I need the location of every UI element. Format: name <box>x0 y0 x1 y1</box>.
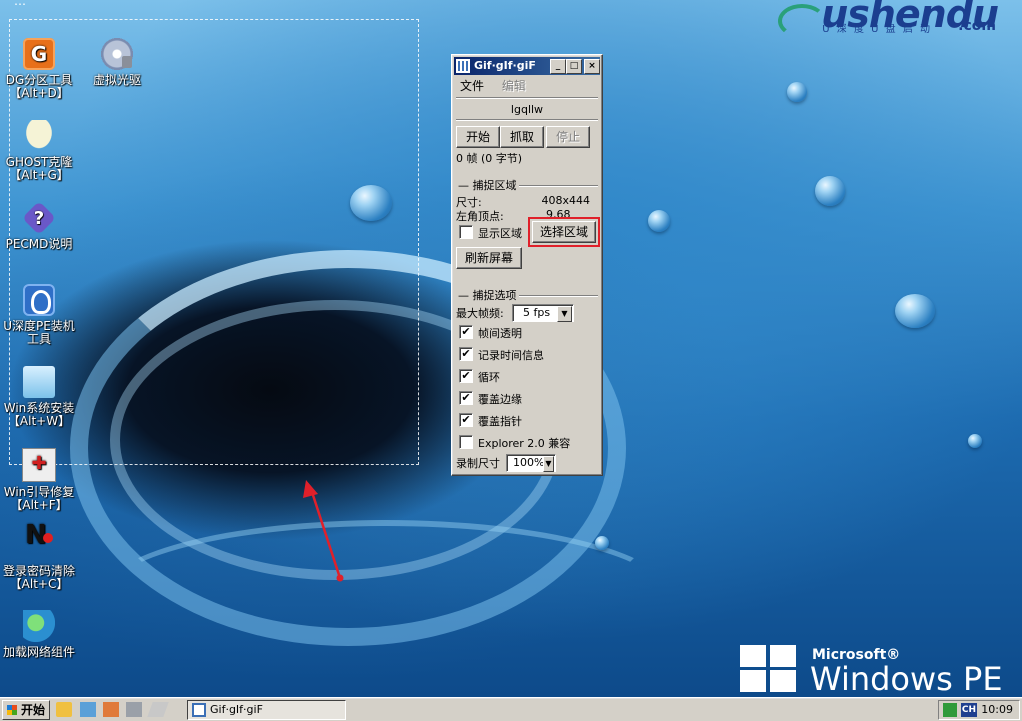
windows-flag-icon <box>740 645 796 693</box>
option-checkbox[interactable]: ✔ <box>459 369 473 383</box>
option-label: 覆盖指针 <box>478 415 522 428</box>
window-titlebar[interactable]: Gif·gIf·giF _ □ × <box>454 57 600 75</box>
option-label: 帧间透明 <box>478 327 522 340</box>
filename-display: lgqllw <box>510 103 544 116</box>
option-checkbox[interactable]: ✔ <box>459 325 473 339</box>
option-label: Explorer 2.0 兼容 <box>478 437 571 450</box>
minimize-button[interactable]: _ <box>550 59 566 74</box>
show-area-checkbox[interactable] <box>459 225 473 239</box>
desktop: … ushendu U 深 度 U 盘 启 动 .com DG分区工具 【Alt… <box>0 0 1022 697</box>
system-tray: CH 10:09 <box>938 700 1020 720</box>
option-checkbox[interactable] <box>459 435 473 449</box>
windows-logo-icon <box>7 705 17 715</box>
option-label: 记录时间信息 <box>478 349 544 362</box>
menu-file[interactable]: 文件 <box>460 79 484 93</box>
select-area-button[interactable]: 选择区域 <box>528 217 600 247</box>
quicklaunch-eraser-icon[interactable] <box>147 702 169 717</box>
gif-recorder-window: Gif·gIf·giF _ □ × 文件 编辑 lgqllw 开始 抓取 停止 … <box>451 54 603 476</box>
close-button[interactable]: × <box>584 59 600 74</box>
input-language[interactable]: CH <box>961 703 977 717</box>
capture-button[interactable]: 抓取 <box>500 126 544 148</box>
quicklaunch-paint-icon[interactable] <box>103 702 119 717</box>
app-icon <box>456 59 470 73</box>
show-area-label: 显示区域 <box>478 227 522 240</box>
stop-button[interactable]: 停止 <box>546 126 590 148</box>
record-size-label: 录制尺寸 <box>456 457 500 470</box>
refresh-screen-button[interactable]: 刷新屏幕 <box>456 247 522 269</box>
option-label: 循环 <box>478 371 500 384</box>
max-fps-value: 5 fps <box>523 306 551 319</box>
frame-info: 0 帧 (0 字节) <box>456 152 523 165</box>
option-checkbox[interactable]: ✔ <box>459 413 473 427</box>
chevron-down-icon: ▼ <box>557 306 572 322</box>
divider <box>456 97 598 99</box>
max-fps-label: 最大帧频: <box>456 307 504 320</box>
taskbar: 开始 Gif·gIf·giF CH 10:09 <box>0 697 1022 721</box>
menubar: 文件 编辑 <box>456 77 598 95</box>
taskbar-app-label: Gif·gIf·giF <box>210 703 263 716</box>
taskbar-app-button[interactable]: Gif·gIf·giF <box>187 700 346 720</box>
divider <box>456 119 598 121</box>
start-label: 开始 <box>21 703 46 717</box>
start-button[interactable]: 开始 <box>456 126 500 148</box>
corner-value: 9,68 <box>546 208 571 221</box>
maximize-button[interactable]: □ <box>566 59 582 74</box>
quicklaunch-image-icon[interactable] <box>80 702 96 717</box>
option-label: 覆盖边缘 <box>478 393 522 406</box>
quicklaunch-printer-icon[interactable] <box>126 702 142 717</box>
clock[interactable]: 10:09 <box>981 701 1013 719</box>
record-size-value: 100% <box>513 456 545 469</box>
capture-area-group-label: — 捕捉区域 <box>456 177 519 193</box>
tray-network-icon[interactable] <box>943 703 957 717</box>
app-icon <box>192 703 206 717</box>
size-value: 408x444 <box>541 194 590 207</box>
winpe-product: Windows PE <box>810 660 1003 697</box>
menu-edit[interactable]: 编辑 <box>502 79 526 93</box>
corner-label: 左角顶点: <box>456 210 504 223</box>
option-checkbox[interactable]: ✔ <box>459 347 473 361</box>
option-checkbox[interactable]: ✔ <box>459 391 473 405</box>
chevron-down-icon: ▼ <box>543 456 554 472</box>
quicklaunch-folder-icon[interactable] <box>56 702 72 717</box>
start-button[interactable]: 开始 <box>2 700 50 720</box>
max-fps-select[interactable]: 5 fps ▼ <box>512 304 574 322</box>
record-size-select[interactable]: 100% ▼ <box>506 454 556 472</box>
window-title: Gif·gIf·giF <box>474 59 536 72</box>
capture-options-group-label: — 捕捉选项 <box>456 287 519 303</box>
